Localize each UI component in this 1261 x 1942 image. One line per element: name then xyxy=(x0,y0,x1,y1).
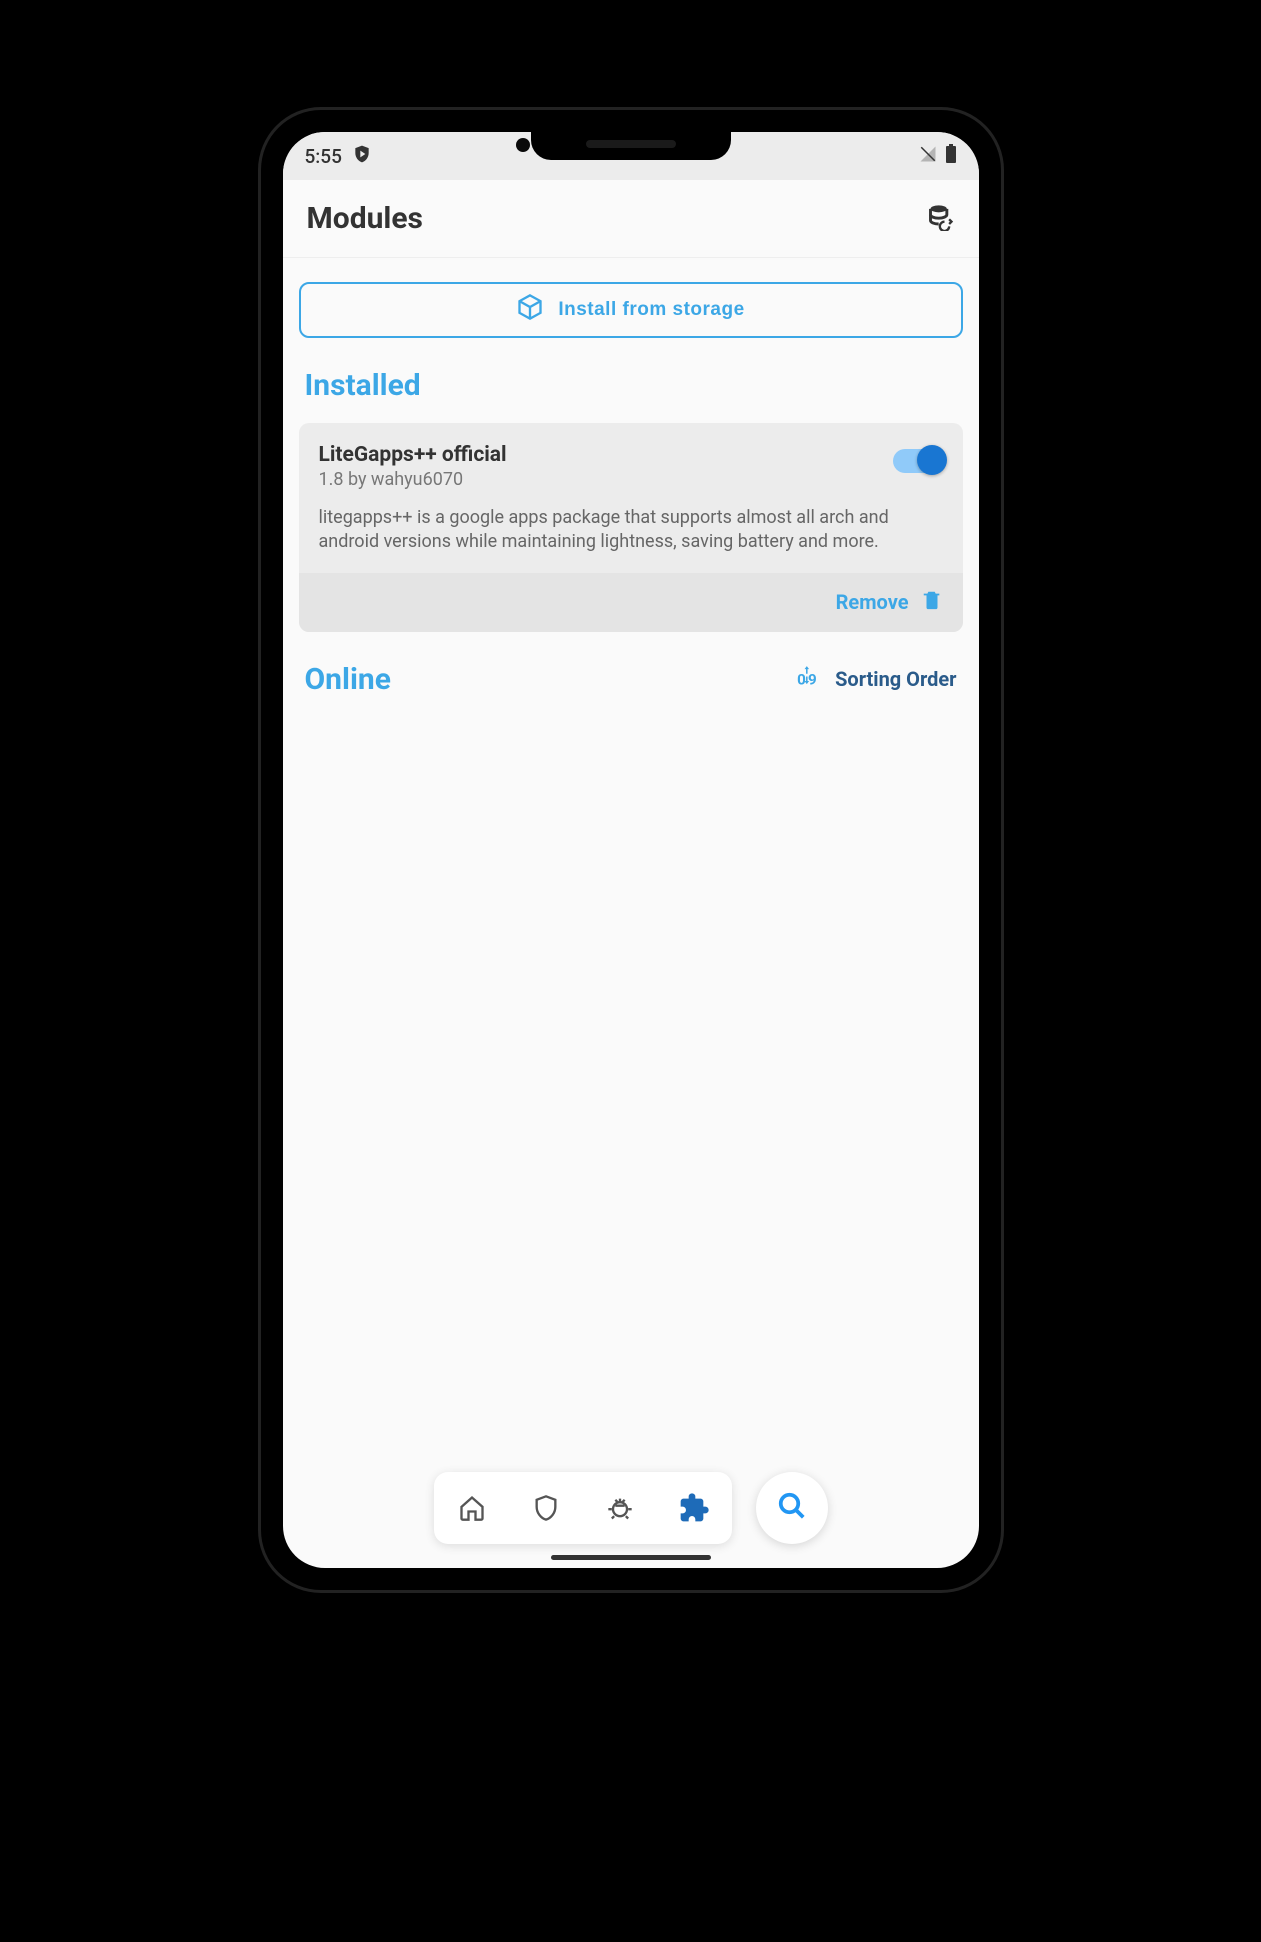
install-button-label: Install from storage xyxy=(558,299,744,321)
sorting-label: Sorting Order xyxy=(835,667,956,691)
screen: 5:55 Modules xyxy=(283,132,979,1568)
module-card: LiteGapps++ official 1.8 by wahyu6070 li… xyxy=(299,423,963,632)
nav-shield[interactable] xyxy=(522,1488,570,1528)
sort-icon: 0 9 xyxy=(795,666,821,692)
nav-bug[interactable] xyxy=(596,1488,644,1528)
bottom-nav-area xyxy=(283,1472,979,1544)
search-fab[interactable] xyxy=(756,1472,828,1544)
gesture-bar[interactable] xyxy=(551,1555,711,1560)
signal-off-icon xyxy=(919,145,937,168)
status-time: 5:55 xyxy=(305,145,342,168)
install-from-storage-button[interactable]: Install from storage xyxy=(299,282,963,338)
nav-home[interactable] xyxy=(448,1488,496,1528)
module-version: 1.8 by wahyu6070 xyxy=(319,469,507,490)
content-area: Install from storage Installed LiteGapps… xyxy=(283,258,979,1568)
remove-button[interactable]: Remove xyxy=(299,573,963,632)
battery-icon xyxy=(945,144,957,169)
nav-modules-active[interactable] xyxy=(670,1488,718,1528)
repo-sync-icon[interactable] xyxy=(927,203,955,235)
sorting-order-button[interactable]: 0 9 Sorting Order xyxy=(795,666,956,692)
search-icon xyxy=(777,1491,807,1525)
trash-icon xyxy=(921,589,943,616)
speaker xyxy=(586,140,676,148)
module-toggle[interactable] xyxy=(893,449,943,473)
package-icon xyxy=(516,293,544,327)
shield-play-icon xyxy=(352,144,372,169)
phone-frame: 5:55 Modules xyxy=(261,110,1001,1590)
page-title: Modules xyxy=(307,201,423,236)
bottom-nav xyxy=(434,1472,732,1544)
remove-label: Remove xyxy=(836,590,909,614)
module-name: LiteGapps++ official xyxy=(319,443,507,467)
svg-text:9: 9 xyxy=(808,671,817,689)
installed-section-title: Installed xyxy=(305,368,957,403)
svg-text:0: 0 xyxy=(797,671,806,689)
camera-dot xyxy=(516,138,530,152)
app-header: Modules xyxy=(283,180,979,258)
toggle-thumb xyxy=(917,445,947,475)
online-section-title: Online xyxy=(305,662,391,697)
module-description: litegapps++ is a google apps package tha… xyxy=(319,506,943,555)
